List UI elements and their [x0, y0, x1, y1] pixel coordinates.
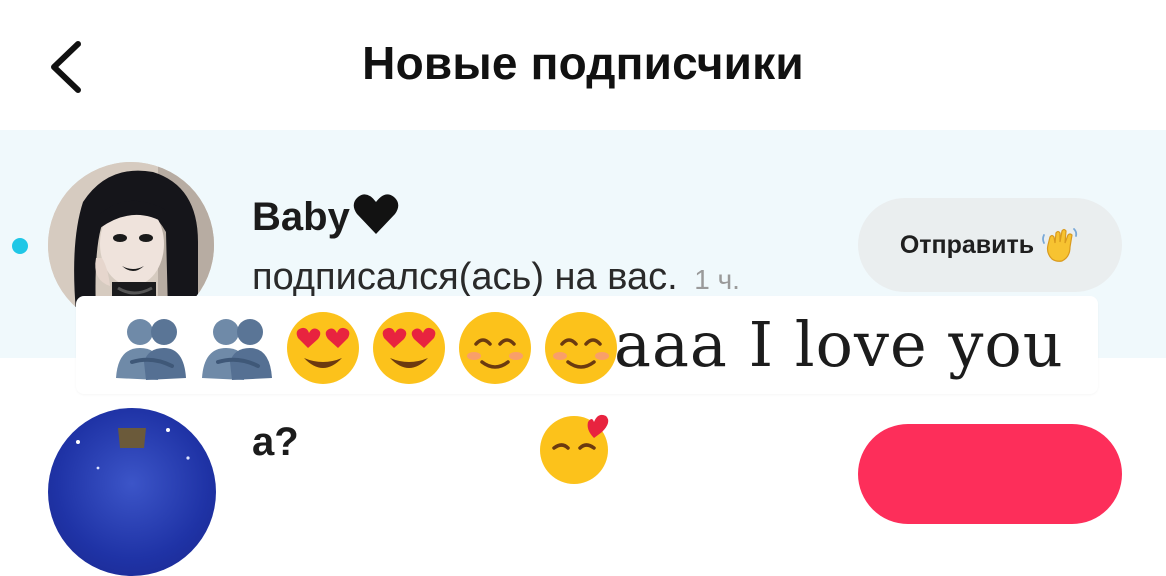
avatar-photo	[76, 428, 190, 470]
people-hugging-icon	[116, 319, 186, 380]
username[interactable]: Baby	[252, 192, 400, 246]
username-text: Baby	[252, 195, 350, 239]
heart-eyes-icon	[373, 312, 445, 384]
people-hugging-icon	[202, 319, 272, 380]
top-bar: Новые подписчики	[0, 0, 1166, 130]
timestamp: 1 ч.	[694, 264, 740, 295]
username[interactable]: а?	[252, 420, 299, 465]
page-title: Новые подписчики	[362, 37, 804, 89]
black-heart-icon	[352, 192, 400, 246]
waving-hand-icon	[1042, 228, 1078, 262]
avatar[interactable]	[48, 408, 216, 576]
text-overlay: aaa I love you	[76, 296, 1098, 394]
overlay-caption: aaa I love you	[614, 308, 1064, 381]
notification-text: подписался(ась) на вас. 1 ч.	[252, 256, 740, 299]
follow-back-button[interactable]	[858, 424, 1122, 524]
action-text: подписался(ась) на вас.	[252, 256, 678, 298]
send-button[interactable]: Отправить	[858, 198, 1122, 292]
smiling-face-icon	[459, 312, 531, 384]
heart-eyes-icon	[287, 312, 359, 384]
emoji-row	[110, 308, 622, 388]
unread-indicator	[12, 238, 28, 254]
smiling-face-with-hearts-icon	[536, 408, 614, 491]
smiling-face-icon	[545, 312, 617, 384]
send-button-label: Отправить	[899, 230, 1035, 259]
